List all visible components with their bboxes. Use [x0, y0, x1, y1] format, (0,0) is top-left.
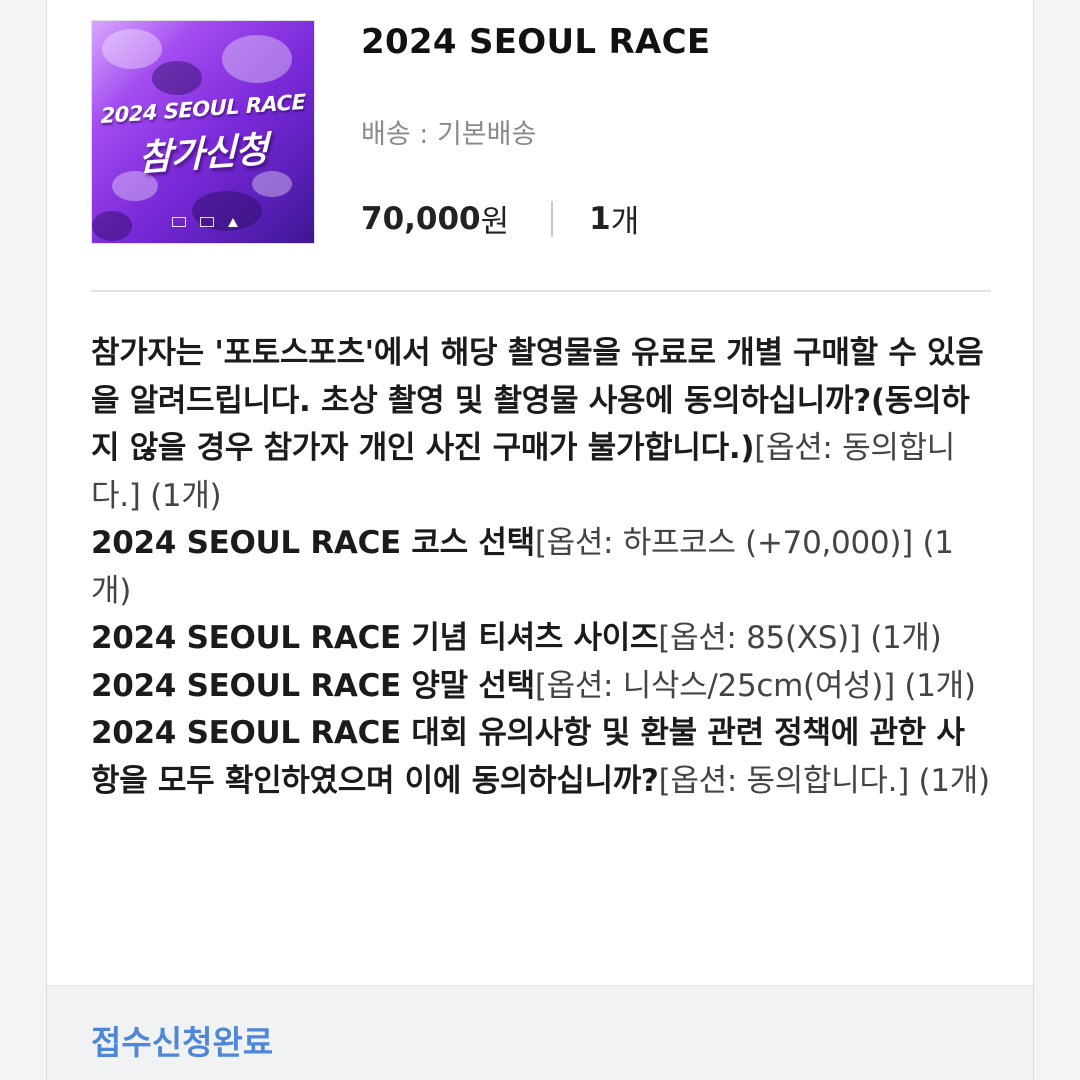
option-item-refund-policy: 2024 SEOUL RACE 대회 유의사항 및 환불 관련 정책에 관한 사… [91, 710, 991, 805]
option-item-socks: 2024 SEOUL RACE 양말 선택[옵션: 니삭스/25cm(여성)] … [91, 663, 991, 711]
thumbnail-sponsor-logos [172, 217, 238, 227]
option-list: 참가자는 '포토스포츠'에서 해당 촬영물을 유료로 개별 구매할 수 있음을 … [91, 330, 991, 805]
quantity-unit: 개 [610, 204, 640, 240]
product-quantity: 1 [589, 200, 611, 237]
order-status-label: 접수신청완료 [91, 1023, 274, 1062]
option-name: 2024 SEOUL RACE 기념 티셔츠 사이즈 [91, 620, 659, 656]
option-item-tshirt-size: 2024 SEOUL RACE 기념 티셔츠 사이즈[옵션: 85(XS)] (… [91, 615, 991, 663]
sponsor-logo-icon [172, 217, 186, 227]
product-thumbnail[interactable]: 2024 SEOUL RACE 참가신청 [91, 20, 315, 244]
option-item-photo-consent: 참가자는 '포토스포츠'에서 해당 촬영물을 유료로 개별 구매할 수 있음을 … [91, 330, 991, 520]
option-value: [옵션: 니삭스/25cm(여성)] (1개) [534, 667, 976, 704]
price-quantity-separator [551, 200, 554, 237]
order-status-bar: 접수신청완료 [47, 985, 1033, 1080]
option-item-course: 2024 SEOUL RACE 코스 선택[옵션: 하프코스 (+70,000)… [91, 520, 991, 615]
option-value: [옵션: 동의합니다.] (1개) [658, 762, 990, 799]
option-name: 2024 SEOUL RACE 코스 선택 [91, 525, 535, 561]
price-currency: 원 [480, 204, 510, 240]
option-name: 2024 SEOUL RACE 양말 선택 [91, 667, 535, 704]
order-item-card: 2024 SEOUL RACE 참가신청 2024 SEOUL RACE 배송 … [46, 0, 1034, 1080]
sponsor-logo-icon [200, 217, 214, 227]
section-divider [91, 290, 991, 292]
product-price: 70,000 [361, 200, 481, 237]
price-quantity-row: 70,000 원 1개 [361, 196, 639, 241]
arrow-up-logo-icon [228, 217, 238, 227]
product-title[interactable]: 2024 SEOUL RACE [361, 22, 710, 62]
shipping-info: 배송 : 기본배송 [361, 119, 537, 150]
option-value: [옵션: 85(XS)] (1개) [658, 620, 942, 656]
